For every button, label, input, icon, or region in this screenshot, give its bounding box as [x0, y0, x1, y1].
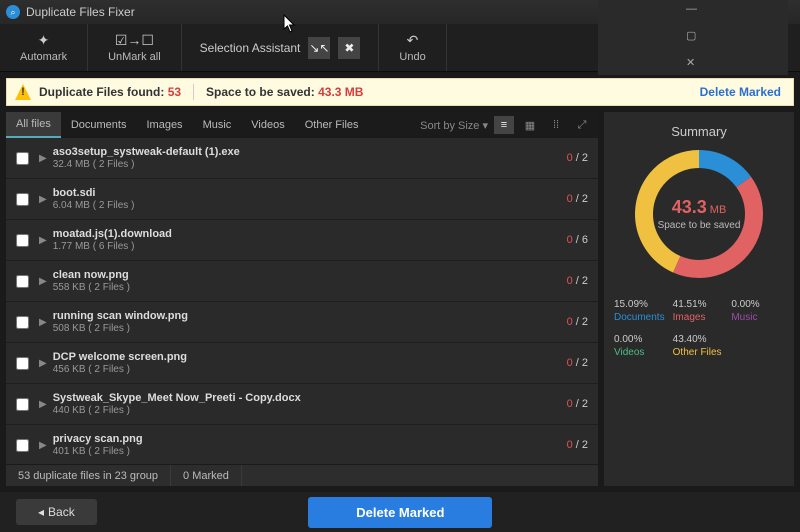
row-checkbox[interactable] — [16, 316, 29, 329]
file-name: Systweak_Skype_Meet Now_Preeti - Copy.do… — [53, 392, 301, 404]
legend-item: 0.00%Music — [731, 299, 784, 324]
file-meta: 508 KB ( 2 Files ) — [53, 323, 188, 334]
file-meta: 456 KB ( 2 Files ) — [53, 364, 187, 375]
expand-icon[interactable]: ▶ — [39, 153, 47, 164]
legend-item: 41.51%Images — [673, 299, 726, 324]
undo-button[interactable]: ↶ Undo — [379, 24, 446, 71]
uncheck-icon: ☑→☐ — [115, 32, 154, 49]
table-row[interactable]: ▶ Systweak_Skype_Meet Now_Preeti - Copy.d… — [6, 384, 598, 425]
row-checkbox[interactable] — [16, 357, 29, 370]
table-row[interactable]: ▶ DCP welcome screen.png456 KB ( 2 Files … — [6, 343, 598, 384]
file-name: running scan window.png — [53, 310, 188, 322]
selection-tools-button[interactable]: ✖ — [338, 37, 360, 59]
tab-music[interactable]: Music — [193, 112, 242, 138]
status-groups: 53 duplicate files in 23 group — [6, 465, 171, 486]
expand-icon[interactable]: ▶ — [39, 440, 47, 451]
row-checkbox[interactable] — [16, 193, 29, 206]
file-meta: 32.4 MB ( 2 Files ) — [53, 159, 240, 170]
file-meta: 440 KB ( 2 Files ) — [53, 405, 301, 416]
legend-item: 43.40%Other Files — [673, 334, 726, 359]
tab-documents[interactable]: Documents — [61, 112, 137, 138]
selection-ratio: 0 / 2 — [567, 316, 588, 328]
file-meta: 401 KB ( 2 Files ) — [53, 446, 143, 457]
expand-icon[interactable]: ▶ — [39, 235, 47, 246]
view-fullscreen-icon[interactable]: ⤢ — [572, 116, 592, 134]
selection-ratio: 0 / 2 — [567, 152, 588, 164]
table-row[interactable]: ▶ running scan window.png508 KB ( 2 Files… — [6, 302, 598, 343]
file-name: moatad.js(1).download — [53, 228, 172, 240]
undo-icon: ↶ — [407, 32, 419, 49]
status-bar: 53 duplicate files in 23 group 0 Marked — [6, 464, 598, 486]
table-row[interactable]: ▶ aso3setup_systweak-default (1).exe32.4 … — [6, 138, 598, 179]
expand-icon[interactable]: ▶ — [39, 276, 47, 287]
summary-donut-chart: 43.3 MB Space to be saved — [634, 149, 764, 279]
selection-ratio: 0 / 2 — [567, 439, 588, 451]
legend-item: 0.00%Videos — [614, 334, 667, 359]
file-panel: All files Documents Images Music Videos … — [6, 112, 598, 486]
delete-marked-link[interactable]: Delete Marked — [700, 85, 781, 99]
legend-item: 15.09%Documents — [614, 299, 667, 324]
app-title: Duplicate Files Fixer — [26, 5, 135, 19]
file-list[interactable]: ▶ aso3setup_systweak-default (1).exe32.4 … — [6, 138, 598, 464]
file-meta: 6.04 MB ( 2 Files ) — [53, 200, 135, 211]
file-name: privacy scan.png — [53, 433, 143, 445]
app-logo-icon: ⌕ — [6, 5, 20, 19]
tab-videos[interactable]: Videos — [241, 112, 294, 138]
space-saved: 43.3 MB — [318, 85, 363, 99]
view-list-icon[interactable]: ≡ — [494, 116, 514, 134]
selection-assistant: Selection Assistant ↘↖ ✖ — [182, 24, 380, 71]
selection-ratio: 0 / 2 — [567, 275, 588, 287]
row-checkbox[interactable] — [16, 398, 29, 411]
table-row[interactable]: ▶ moatad.js(1).download1.77 MB ( 6 Files … — [6, 220, 598, 261]
maximize-button[interactable]: ▢ — [686, 29, 700, 42]
file-meta: 1.77 MB ( 6 Files ) — [53, 241, 172, 252]
automark-button[interactable]: ✦ Automark — [0, 24, 88, 71]
expand-icon[interactable]: ▶ — [39, 194, 47, 205]
expand-icon[interactable]: ▶ — [39, 358, 47, 369]
expand-icon[interactable]: ▶ — [39, 317, 47, 328]
summary-legend: 15.09%Documents41.51%Images0.00%Music 0.0… — [614, 299, 784, 359]
row-checkbox[interactable] — [16, 439, 29, 452]
row-checkbox[interactable] — [16, 234, 29, 247]
filter-tabs: All files Documents Images Music Videos … — [6, 112, 598, 138]
table-row[interactable]: ▶ clean now.png558 KB ( 2 Files ) 0 / 2 — [6, 261, 598, 302]
summary-title: Summary — [671, 124, 727, 139]
tab-all-files[interactable]: All files — [6, 112, 61, 138]
bottom-bar: ◂ Back Delete Marked — [0, 492, 800, 532]
selection-ratio: 0 / 6 — [567, 234, 588, 246]
title-bar: ⌕ Duplicate Files Fixer ▦ Action Center … — [0, 0, 800, 24]
sort-dropdown[interactable]: Sort by Size ▾ — [420, 119, 488, 132]
tab-other[interactable]: Other Files — [295, 112, 369, 138]
file-name: clean now.png — [53, 269, 130, 281]
found-count: 53 — [168, 85, 181, 99]
status-marked: 0 Marked — [171, 465, 242, 486]
expand-icon[interactable]: ▶ — [39, 399, 47, 410]
file-name: boot.sdi — [53, 187, 135, 199]
tab-images[interactable]: Images — [136, 112, 192, 138]
file-meta: 558 KB ( 2 Files ) — [53, 282, 130, 293]
wand-icon: ✦ — [38, 32, 50, 49]
unmark-all-button[interactable]: ☑→☐ UnMark all — [88, 24, 182, 71]
view-columns-icon[interactable]: ⁞⁞ — [546, 116, 566, 134]
summary-panel: Summary 43.3 MB Space to be saved 15.09%… — [604, 112, 794, 486]
table-row[interactable]: ▶ privacy scan.png401 KB ( 2 Files ) 0 / 2 — [6, 425, 598, 464]
selection-ratio: 0 / 2 — [567, 193, 588, 205]
back-button[interactable]: ◂ Back — [16, 499, 97, 525]
view-grid-icon[interactable]: ▦ — [520, 116, 540, 134]
row-checkbox[interactable] — [16, 152, 29, 165]
warning-icon: ! — [15, 84, 31, 100]
info-bar: ! Duplicate Files found: 53 Space to be … — [6, 78, 794, 106]
close-button[interactable]: ✕ — [686, 56, 700, 69]
row-checkbox[interactable] — [16, 275, 29, 288]
selection-swap-button[interactable]: ↘↖ — [308, 37, 330, 59]
minimize-button[interactable]: ― — [686, 3, 700, 15]
table-row[interactable]: ▶ boot.sdi6.04 MB ( 2 Files ) 0 / 2 — [6, 179, 598, 220]
selection-ratio: 0 / 2 — [567, 398, 588, 410]
file-name: aso3setup_systweak-default (1).exe — [53, 146, 240, 158]
file-name: DCP welcome screen.png — [53, 351, 187, 363]
delete-marked-button[interactable]: Delete Marked — [308, 497, 492, 528]
selection-ratio: 0 / 2 — [567, 357, 588, 369]
